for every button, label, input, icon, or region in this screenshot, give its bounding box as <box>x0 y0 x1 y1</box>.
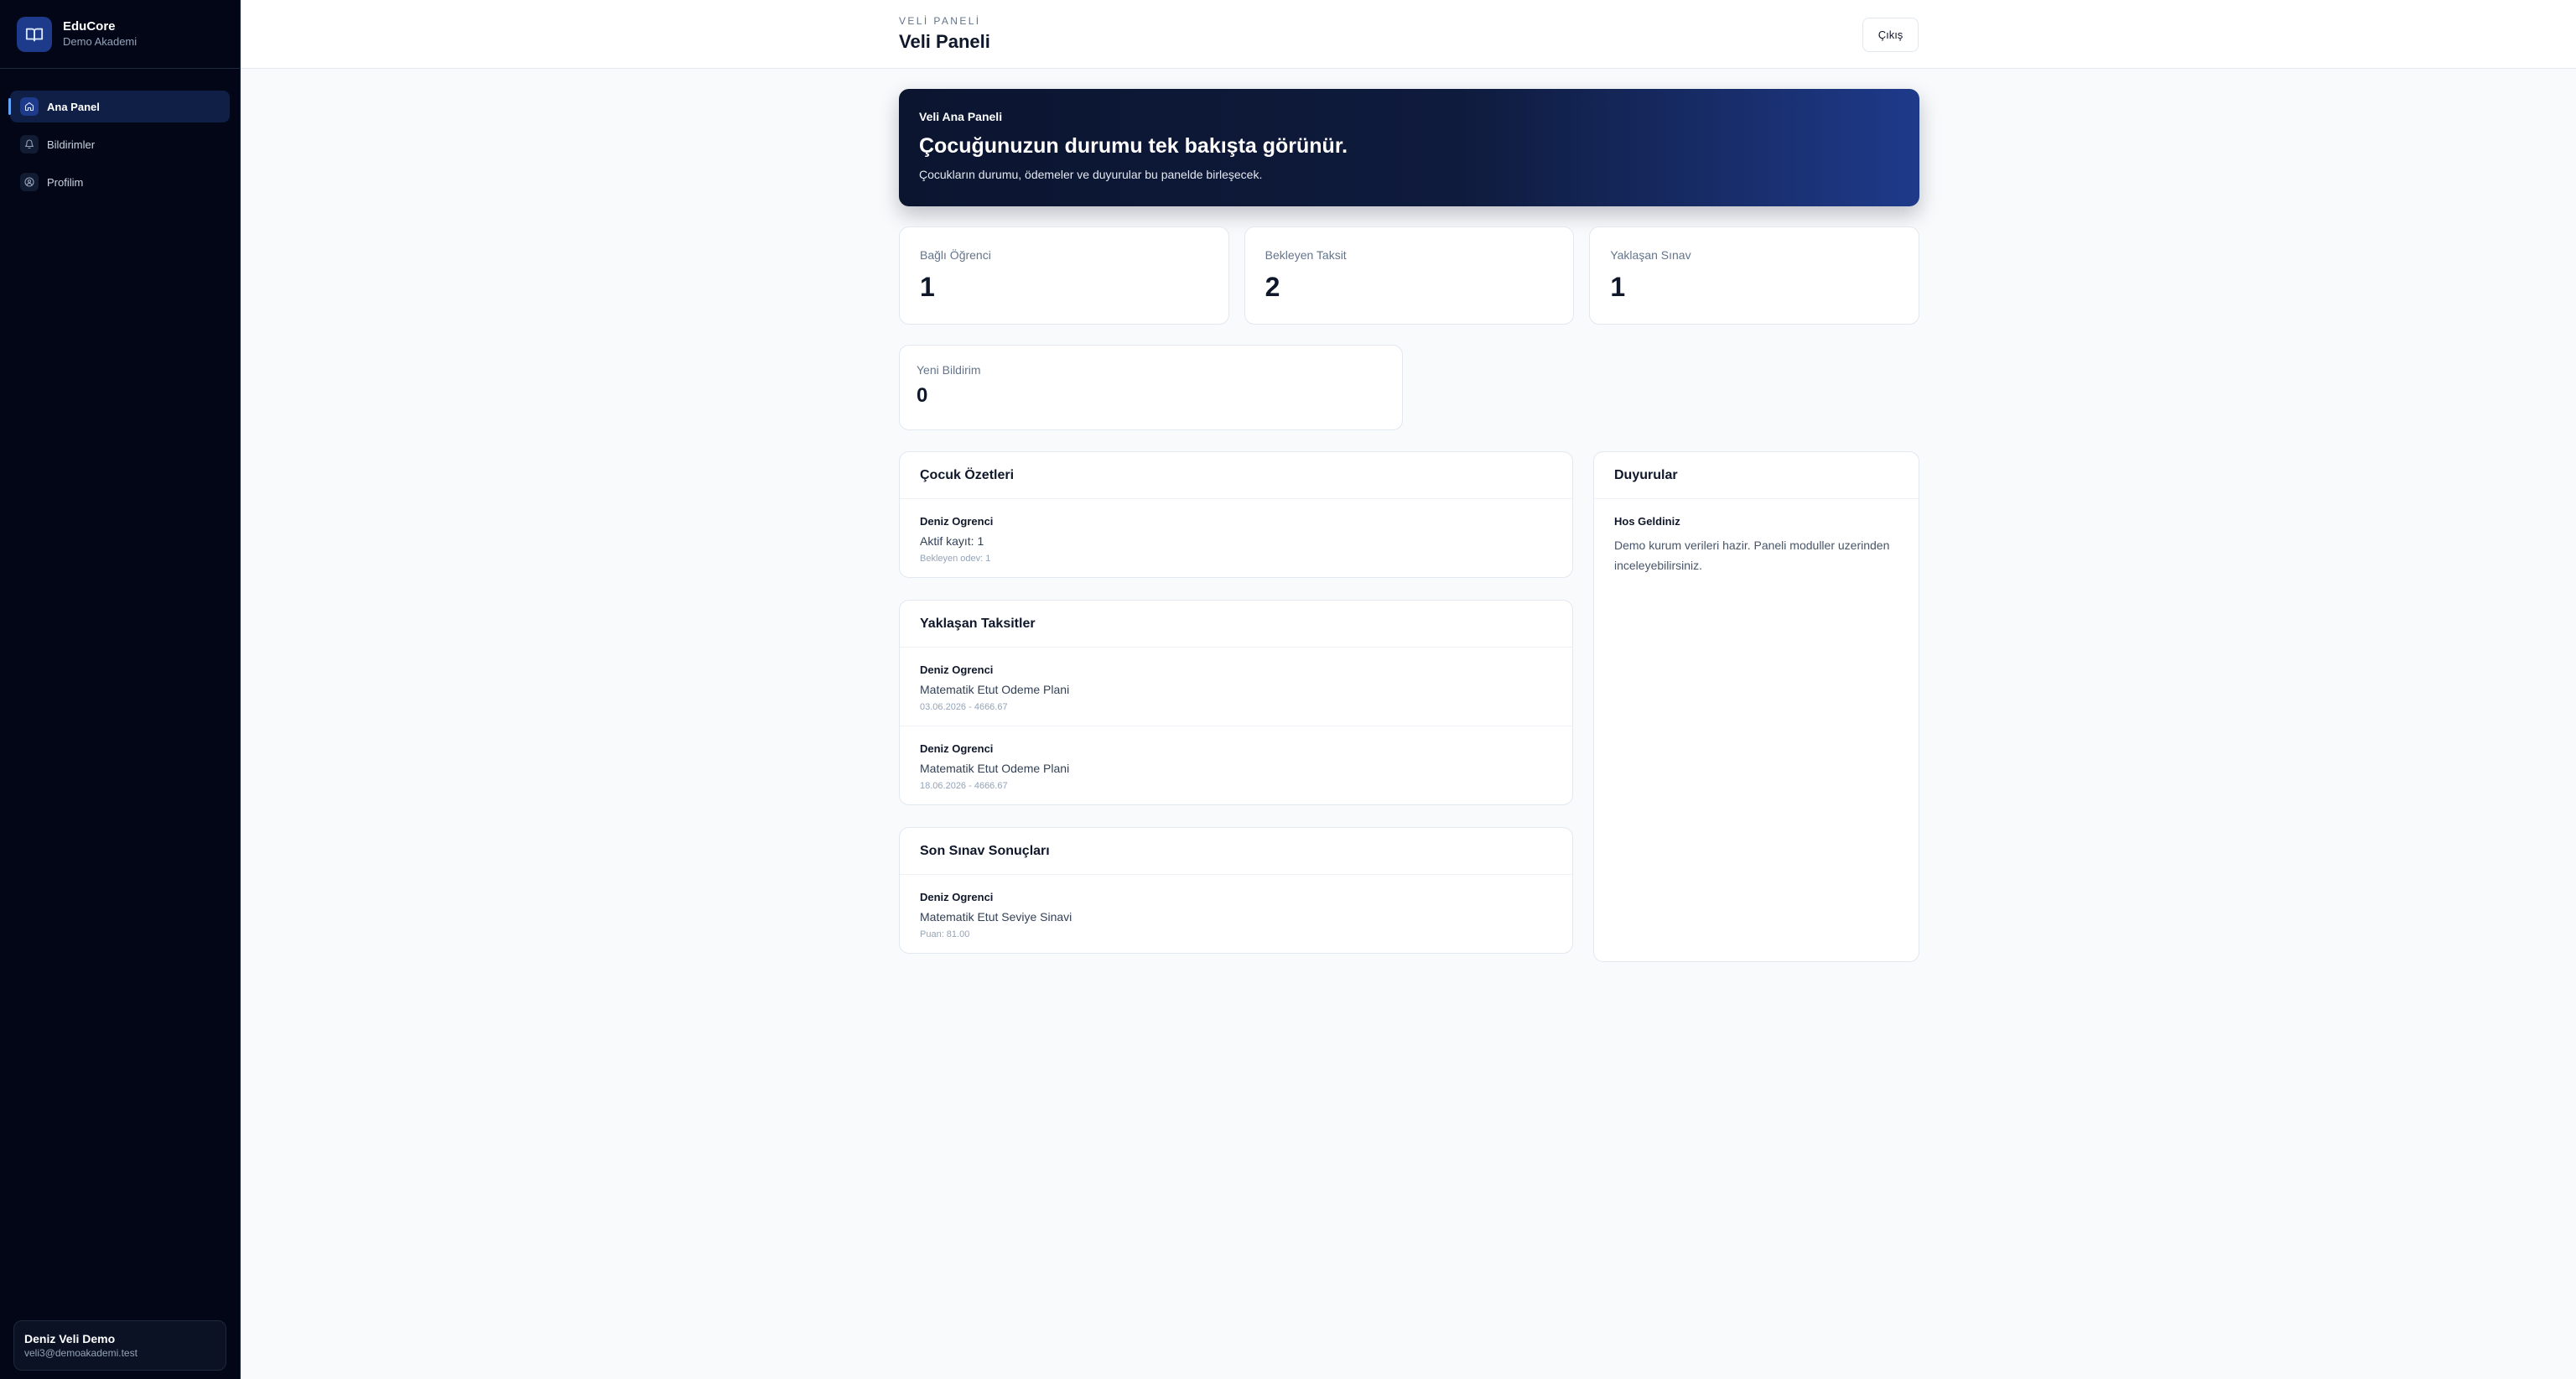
main-content: Veli Ana Paneli Çocuğunuzun durumu tek b… <box>899 89 1920 962</box>
sidebar-item-label: Ana Panel <box>47 100 100 113</box>
announcement-title: Hos Geldiniz <box>1614 515 1680 528</box>
book-icon <box>17 16 52 52</box>
list-item: Deniz Ogrenci Matematik Etut Odeme Plani… <box>900 648 1572 726</box>
item-line: Matematik Etut Seviye Sinavi <box>920 910 1072 924</box>
user-card[interactable]: Deniz Veli Demo veli3@demoakademi.test <box>13 1320 226 1371</box>
stat-label: Bağlı Öğrenci <box>920 248 991 262</box>
content-grid: Çocuk Özetleri Deniz Ogrenci Aktif kayıt… <box>899 451 1919 962</box>
children-summary-card: Çocuk Özetleri Deniz Ogrenci Aktif kayıt… <box>899 451 1573 578</box>
stat-label: Yeni Bildirim <box>917 363 981 377</box>
topbar: VELİ PANELİ Veli Paneli Çıkış <box>241 0 2576 69</box>
sidebar-item-label: Profilim <box>47 175 84 189</box>
stat-card-linked-students: Bağlı Öğrenci 1 <box>899 226 1229 325</box>
page-title: Veli Paneli <box>899 31 990 52</box>
list-item: Deniz Ogrenci Aktif kayıt: 1 Bekleyen od… <box>900 499 1572 577</box>
exam-results-card: Son Sınav Sonuçları Deniz Ogrenci Matema… <box>899 827 1573 954</box>
hero-title: Çocuğunuzun durumu tek bakışta görünür. <box>919 134 1348 158</box>
item-line: Matematik Etut Odeme Plani <box>920 762 1070 775</box>
card-title: Son Sınav Sonuçları <box>900 828 1572 875</box>
sidebar-item-label: Bildirimler <box>47 138 96 151</box>
announcement-text: Demo kurum verileri hazir. Paneli modull… <box>1614 539 1890 572</box>
stat-card-pending-installments: Bekleyen Taksit 2 <box>1244 226 1575 325</box>
announcement-item: Hos Geldiniz Demo kurum verileri hazir. … <box>1594 499 1919 587</box>
sidebar-item-bildirimler[interactable]: Bildirimler <box>10 128 230 160</box>
page-eyebrow: VELİ PANELİ <box>899 15 981 27</box>
sidebar-item-ana-panel[interactable]: Ana Panel <box>8 91 230 122</box>
stat-value: 1 <box>1610 272 1626 302</box>
installments-card: Yaklaşan Taksitler Deniz Ogrenci Matemat… <box>899 600 1573 805</box>
student-name: Deniz Ogrenci <box>920 742 994 755</box>
sidebar-nav: Ana Panel Bildirimler Profilim <box>0 69 240 198</box>
item-meta: Bekleyen odev: 1 <box>920 554 991 564</box>
stats-row: Bağlı Öğrenci 1 Bekleyen Taksit 2 Yaklaş… <box>899 226 1920 325</box>
stat-card-new-notifications: Yeni Bildirim 0 <box>899 345 1403 430</box>
sidebar: EduCore Demo Akademi Ana Panel Bildiriml… <box>0 0 241 1379</box>
student-name: Deniz Ogrenci <box>920 891 994 903</box>
hero-banner: Veli Ana Paneli Çocuğunuzun durumu tek b… <box>899 89 1919 206</box>
hero-description: Çocukların durumu, ödemeler ve duyurular… <box>919 168 1263 181</box>
user-email: veli3@demoakademi.test <box>24 1347 138 1359</box>
user-circle-icon <box>20 173 39 191</box>
announcements-card: Duyurular Hos Geldiniz Demo kurum verile… <box>1593 451 1919 962</box>
item-line: Matematik Etut Odeme Plani <box>920 683 1070 696</box>
sidebar-item-profilim[interactable]: Profilim <box>10 166 230 198</box>
brand-name: EduCore <box>63 19 116 34</box>
hero-label: Veli Ana Paneli <box>919 110 1003 123</box>
stat-value: 0 <box>917 384 928 407</box>
stat-label: Bekleyen Taksit <box>1265 248 1347 262</box>
brand[interactable]: EduCore Demo Akademi <box>0 0 240 69</box>
logout-button[interactable]: Çıkış <box>1862 18 1919 52</box>
student-name: Deniz Ogrenci <box>920 663 994 676</box>
item-meta: 03.06.2026 - 4666.67 <box>920 702 1008 712</box>
home-icon <box>20 97 39 116</box>
list-item: Deniz Ogrenci Matematik Etut Seviye Sina… <box>900 875 1572 953</box>
item-meta: 18.06.2026 - 4666.67 <box>920 781 1008 791</box>
stat-value: 2 <box>1265 272 1280 302</box>
item-meta: Puan: 81.00 <box>920 929 970 939</box>
card-title: Yaklaşan Taksitler <box>900 601 1572 648</box>
card-title: Duyurular <box>1594 452 1919 499</box>
card-title: Çocuk Özetleri <box>900 452 1572 499</box>
user-name: Deniz Veli Demo <box>24 1332 116 1345</box>
stat-value: 1 <box>920 272 935 302</box>
brand-subtitle: Demo Akademi <box>63 35 138 48</box>
student-name: Deniz Ogrenci <box>920 515 994 528</box>
item-line: Aktif kayıt: 1 <box>920 534 984 548</box>
bell-icon <box>20 135 39 154</box>
stat-label: Yaklaşan Sınav <box>1610 248 1691 262</box>
stat-card-upcoming-exams: Yaklaşan Sınav 1 <box>1589 226 1920 325</box>
list-item: Deniz Ogrenci Matematik Etut Odeme Plani… <box>900 726 1572 804</box>
